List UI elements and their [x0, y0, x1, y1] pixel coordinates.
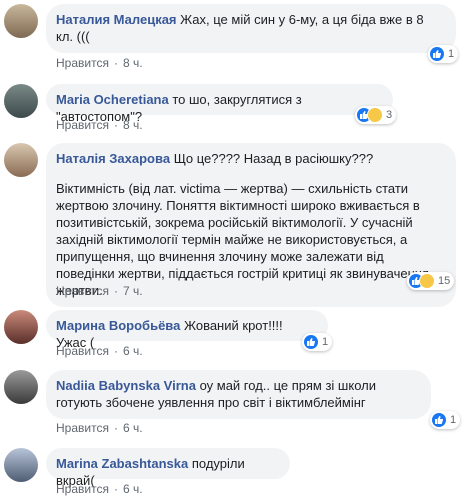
separator: ·	[113, 482, 118, 496]
separator: ·	[113, 344, 118, 358]
comment-author[interactable]: Marina Zabashtanska	[56, 456, 188, 471]
like-button[interactable]: Нравится	[56, 482, 109, 496]
reaction-summary[interactable]: 1	[302, 333, 333, 351]
comment-paragraph: Віктимність (від лат. victima — жертва) …	[56, 181, 429, 298]
comment-author[interactable]: Наталія Захарова	[56, 151, 170, 166]
comment-bubble: Nadiia Babynska Virna оу май год.. це пр…	[46, 370, 431, 419]
reaction-summary[interactable]: 1	[428, 45, 459, 63]
like-reaction-icon	[432, 413, 446, 427]
comment-actions: Нравится · 6 ч.	[56, 344, 143, 358]
comment-time[interactable]: 6 ч.	[123, 482, 143, 496]
sad-reaction-icon	[420, 274, 434, 288]
avatar[interactable]	[4, 84, 38, 118]
comment-time[interactable]: 6 ч.	[123, 344, 143, 358]
avatar[interactable]	[4, 4, 38, 38]
like-reaction-icon	[430, 47, 444, 61]
comment-actions: Нравится · 6 ч.	[56, 421, 143, 435]
avatar[interactable]	[4, 310, 38, 344]
reaction-count: 15	[438, 275, 451, 287]
comment-author[interactable]: Nadiia Babynska Virna	[56, 378, 196, 393]
reaction-summary[interactable]: 1	[430, 411, 461, 429]
separator: ·	[113, 421, 118, 435]
comment-actions: Нравится · 8 ч.	[56, 56, 143, 70]
comment-bubble: Наталия Малецкая Жах, це мій син у 6-му,…	[46, 4, 456, 53]
avatar[interactable]	[4, 370, 38, 404]
comment-author[interactable]: Maria Ocheretiana	[56, 92, 169, 107]
like-button[interactable]: Нравится	[56, 344, 109, 358]
comment-bubble: Maria Ocheretiana то шо, закруглятися з …	[46, 84, 393, 124]
like-button[interactable]: Нравится	[56, 421, 109, 435]
like-button[interactable]: Нравится	[56, 56, 109, 70]
comment-bubble: Наталія Захарова Що це???? Назад в расію…	[46, 143, 456, 307]
comment-author[interactable]: Наталия Малецкая	[56, 12, 177, 27]
comment-bubble: Марина Воробьёва Жований крот!!!! Ужас (	[46, 310, 328, 350]
separator: ·	[113, 118, 118, 132]
separator: ·	[113, 56, 118, 70]
reaction-count: 1	[450, 414, 457, 426]
comment-author[interactable]: Марина Воробьёва	[56, 318, 180, 333]
comment-time[interactable]: 8 ч.	[123, 118, 143, 132]
reaction-count: 3	[386, 109, 393, 121]
comment-time[interactable]: 7 ч.	[123, 284, 143, 298]
like-button[interactable]: Нравится	[56, 118, 109, 132]
comment-actions: Нравится · 7 ч.	[56, 284, 143, 298]
reaction-count: 1	[322, 336, 329, 348]
avatar[interactable]	[4, 143, 38, 177]
comment-time[interactable]: 6 ч.	[123, 421, 143, 435]
like-button[interactable]: Нравится	[56, 284, 109, 298]
comment-text: Що це???? Назад в расіюшку???	[173, 151, 374, 166]
reaction-count: 1	[448, 48, 455, 60]
comment-actions: Нравится · 8 ч.	[56, 118, 143, 132]
comment-actions: Нравится · 6 ч.	[56, 482, 143, 496]
haha-reaction-icon	[368, 108, 382, 122]
comment-time[interactable]: 8 ч.	[123, 56, 143, 70]
comment-bubble: Marina Zabashtanska подуріли вкрай(	[46, 448, 290, 488]
like-reaction-icon	[304, 335, 318, 349]
separator: ·	[113, 284, 118, 298]
reaction-summary[interactable]: 15	[407, 272, 455, 290]
avatar[interactable]	[4, 448, 38, 482]
reaction-summary[interactable]: 3	[355, 106, 397, 124]
